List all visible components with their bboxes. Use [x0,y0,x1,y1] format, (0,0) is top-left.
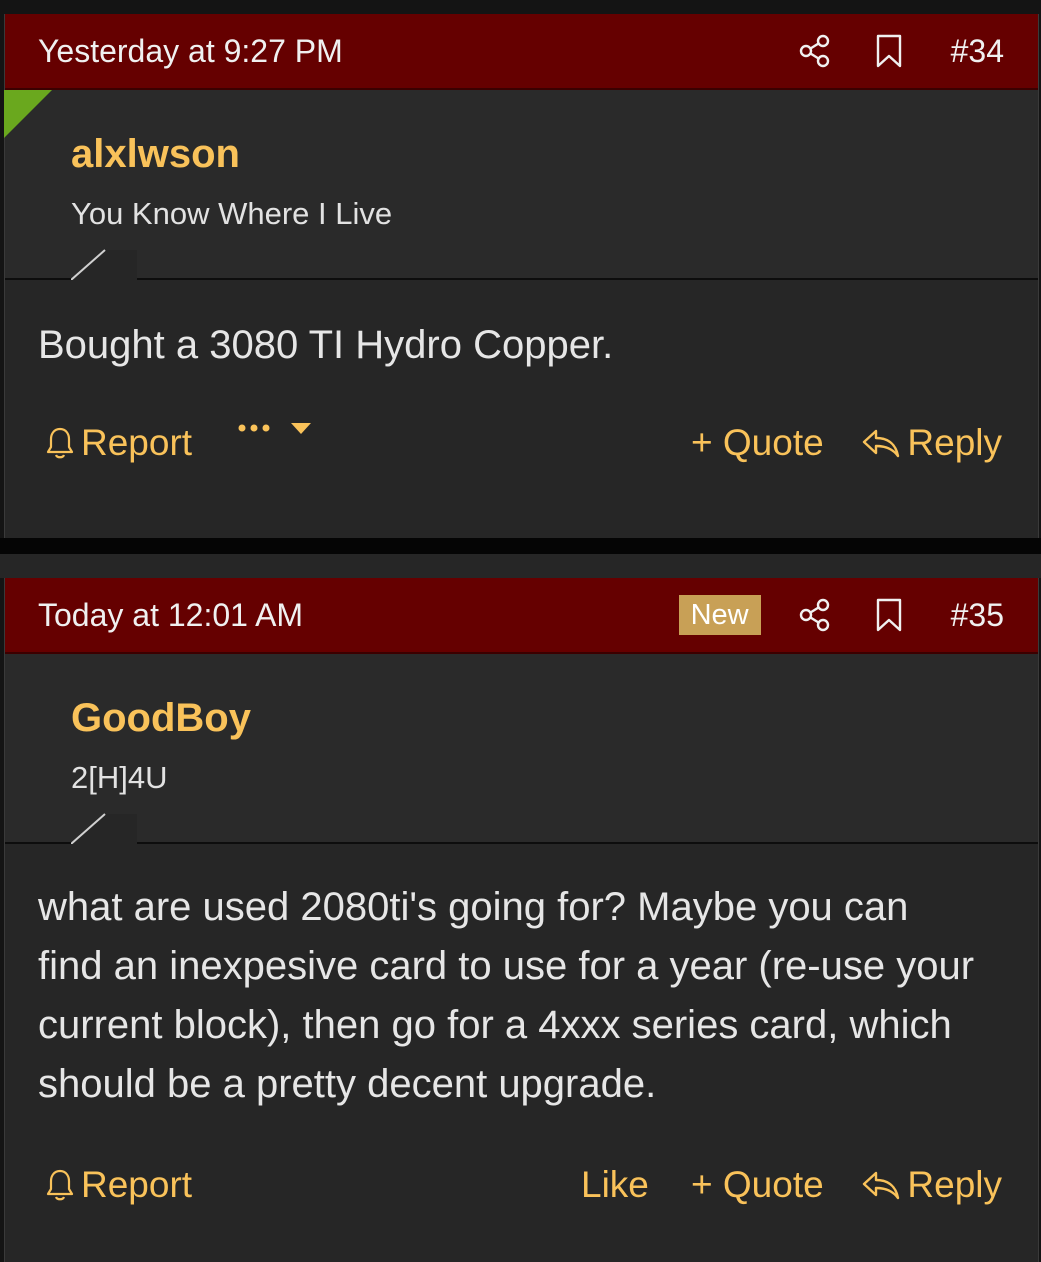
post-body: Bought a 3080 TI Hydro Copper. [38,323,614,367]
reply-arrow-icon [863,429,900,458]
bell-icon [46,427,74,459]
post: Yesterday at 9:27 PM #34 alxlwson You Kn… [4,14,1039,538]
post-date[interactable]: Today at 12:01 AM [38,596,303,634]
bell-icon [46,1169,74,1201]
post: Today at 12:01 AM New #35 GoodBoy 2[H]4U [4,578,1039,1262]
unread-flag [4,90,52,138]
post-header: Today at 12:01 AM New #35 [5,578,1038,654]
user-title: You Know Where I Live [71,196,393,231]
post-actions: Report Like + Quote Reply [45,1162,1002,1208]
reply-arrow-icon [863,1171,900,1200]
report-button[interactable]: Report [45,420,192,466]
post-divider [0,538,1041,578]
new-badge: New [678,595,761,635]
post-number[interactable]: #35 [951,597,1004,634]
post-header: Yesterday at 9:27 PM #34 [5,14,1038,90]
report-label: Report [81,422,193,463]
username[interactable]: alxlwson [71,132,240,177]
report-label: Report [81,1164,193,1205]
ellipsis-icon [238,424,270,432]
username[interactable]: GoodBoy [71,696,251,741]
arrow-notch [71,813,137,844]
reply-button[interactable]: Reply [861,1162,1002,1208]
user-info: alxlwson You Know Where I Live [4,90,1038,280]
post-body: what are used 2080ti's going for? Maybe … [38,885,975,1106]
quote-button[interactable]: + Quote [691,1162,824,1208]
user-info: GoodBoy 2[H]4U [5,654,1038,844]
share-icon[interactable] [799,598,831,632]
post-number[interactable]: #34 [951,33,1004,70]
quote-button[interactable]: + Quote [691,420,824,466]
reply-label: Reply [907,422,1002,463]
like-button[interactable]: Like [581,1162,649,1208]
reply-button[interactable]: Reply [861,420,1002,466]
caret-down-icon [291,423,311,434]
report-button[interactable]: Report [45,1162,192,1208]
reply-label: Reply [907,1164,1002,1205]
more-options-button[interactable] [237,420,319,436]
post-actions: Report + Quote Reply [45,420,1002,466]
bookmark-icon[interactable] [873,34,905,68]
arrow-notch [71,249,137,280]
share-icon[interactable] [799,34,831,68]
bookmark-icon[interactable] [873,598,905,632]
post-date[interactable]: Yesterday at 9:27 PM [38,32,343,70]
user-title: 2[H]4U [71,760,168,795]
